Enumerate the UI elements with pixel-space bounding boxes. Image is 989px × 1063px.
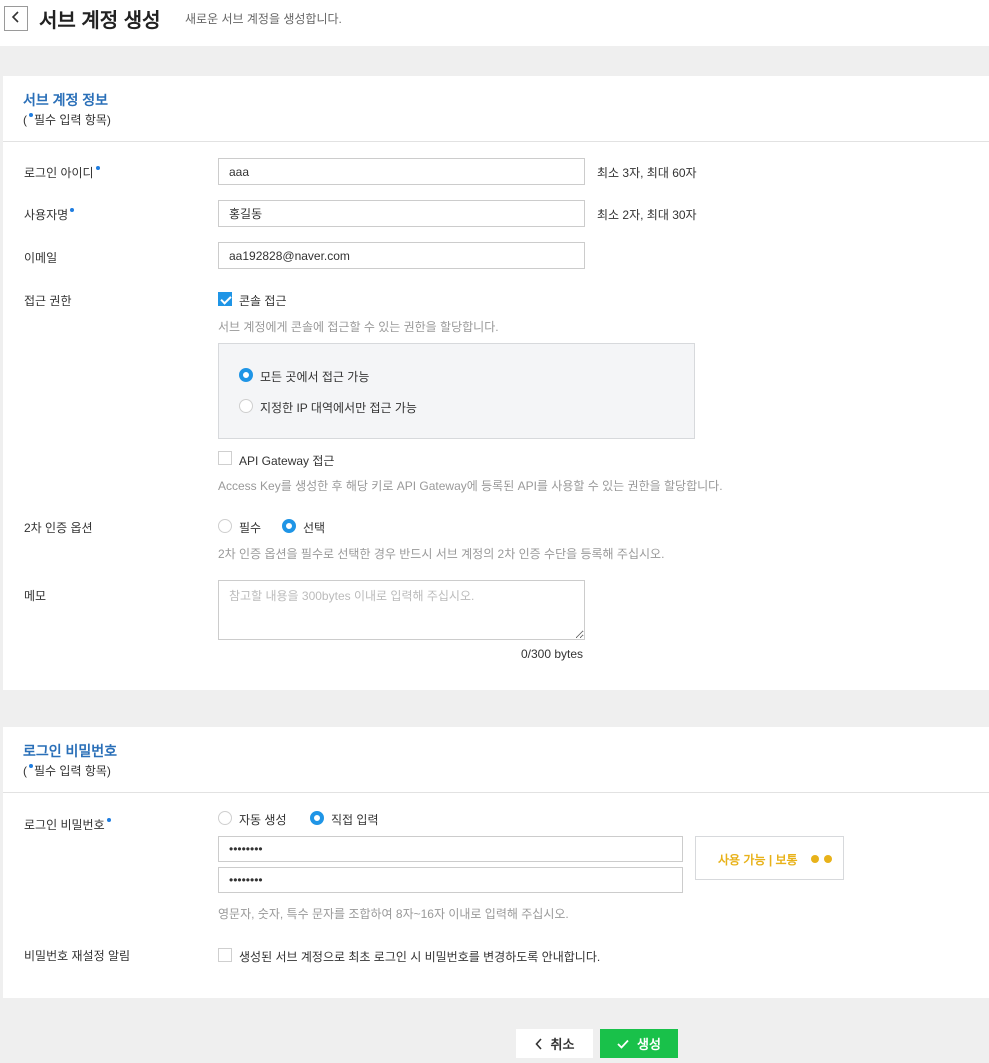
- required-note: ( 필수 입력 항목): [23, 762, 111, 779]
- memo-textarea[interactable]: [218, 580, 585, 640]
- login-id-label: 로그인 아이디: [24, 164, 101, 181]
- password-strength-text: 사용 가능 | 보통: [718, 853, 798, 867]
- two-factor-required-label: 필수: [239, 521, 262, 535]
- username-label: 사용자명: [24, 206, 75, 223]
- strength-dot-icon: [811, 855, 819, 863]
- two-factor-label: 2차 인증 옵션: [24, 521, 93, 535]
- chevron-left-icon: [534, 1037, 543, 1050]
- required-dot-icon: [95, 166, 100, 170]
- password-strength-box: 사용 가능 | 보통: [695, 836, 844, 880]
- check-icon: [617, 1039, 629, 1049]
- access-scope-box: 모든 곳에서 접근 가능 지정한 IP 대역에서만 접근 가능: [218, 343, 695, 439]
- password-help: 영문자, 숫자, 특수 문자를 조합하여 8자~16자 이내로 입력해 주십시오…: [218, 907, 569, 921]
- access-ip-range-radio[interactable]: [239, 399, 253, 413]
- required-note-text: 필수 입력 항목): [34, 764, 111, 778]
- login-id-hint: 최소 3자, 최대 60자: [597, 166, 697, 180]
- access-anywhere-radio[interactable]: [239, 368, 253, 382]
- access-label: 접근 권한: [24, 294, 72, 308]
- page-header: 서브 계정 생성 새로운 서브 계정을 생성합니다.: [0, 0, 989, 46]
- password-auto-radio[interactable]: [218, 811, 232, 825]
- password-reset-label: 비밀번호 재설정 알림: [24, 949, 131, 963]
- strength-dot-icon: [824, 855, 832, 863]
- required-note-prefix: (: [23, 764, 27, 778]
- password-confirm-input[interactable]: [218, 867, 683, 893]
- password-input[interactable]: [218, 836, 683, 862]
- required-dot-icon: [70, 208, 75, 212]
- required-note-text: 필수 입력 항목): [34, 113, 111, 127]
- console-access-label: 콘솔 접근: [239, 294, 287, 308]
- memo-label: 메모: [24, 589, 47, 603]
- console-access-checkbox[interactable]: [218, 292, 232, 306]
- required-note-prefix: (: [23, 113, 27, 127]
- create-button-label: 생성: [637, 1037, 661, 1052]
- username-label-text: 사용자명: [24, 208, 69, 222]
- password-auto-label: 자동 생성: [239, 813, 287, 827]
- api-gateway-checkbox[interactable]: [218, 451, 232, 465]
- panel-header: 로그인 비밀번호 ( 필수 입력 항목): [3, 727, 989, 793]
- page-title: 서브 계정 생성: [39, 10, 161, 32]
- access-ip-range-label: 지정한 IP 대역에서만 접근 가능: [260, 401, 417, 415]
- password-label: 로그인 비밀번호: [24, 816, 112, 833]
- cancel-button-label: 취소: [550, 1037, 575, 1052]
- two-factor-optional-radio[interactable]: [282, 519, 296, 533]
- required-dot-icon: [29, 113, 33, 117]
- password-reset-text: 생성된 서브 계정으로 최초 로그인 시 비밀번호를 변경하도록 안내합니다.: [239, 950, 601, 964]
- api-gateway-label: API Gateway 접근: [239, 454, 335, 468]
- create-button[interactable]: 생성: [600, 1029, 678, 1058]
- username-input[interactable]: [218, 200, 585, 227]
- password-manual-label: 직접 입력: [331, 813, 379, 827]
- login-id-input[interactable]: [218, 158, 585, 185]
- email-input[interactable]: [218, 242, 585, 269]
- section-title: 로그인 비밀번호: [23, 743, 118, 759]
- page-subtitle: 새로운 서브 계정을 생성합니다.: [185, 12, 342, 26]
- api-gateway-help: Access Key를 생성한 후 해당 키로 API Gateway에 등록된…: [218, 479, 723, 493]
- email-label: 이메일: [24, 251, 58, 265]
- required-note: ( 필수 입력 항목): [23, 111, 111, 128]
- password-label-text: 로그인 비밀번호: [24, 818, 105, 832]
- username-hint: 최소 2자, 최대 30자: [597, 208, 697, 222]
- memo-byte-counter: 0/300 bytes: [521, 647, 584, 661]
- back-button[interactable]: [4, 6, 28, 31]
- account-info-panel: 서브 계정 정보 ( 필수 입력 항목) 로그인 아이디 최소 3자, 최대 60…: [3, 76, 989, 690]
- console-access-help: 서브 계정에게 콘솔에 접근할 수 있는 권한을 할당합니다.: [218, 320, 499, 334]
- required-dot-icon: [106, 818, 111, 822]
- password-reset-checkbox[interactable]: [218, 948, 232, 962]
- chevron-left-icon: [11, 11, 21, 26]
- access-anywhere-label: 모든 곳에서 접근 가능: [260, 370, 370, 384]
- password-panel: 로그인 비밀번호 ( 필수 입력 항목) 로그인 비밀번호 자동 생성 직접 입력…: [3, 727, 989, 998]
- cancel-button[interactable]: 취소: [516, 1029, 593, 1058]
- password-manual-radio[interactable]: [310, 811, 324, 825]
- two-factor-help: 2차 인증 옵션을 필수로 선택한 경우 반드시 서브 계정의 2차 인증 수단…: [218, 547, 665, 561]
- two-factor-optional-label: 선택: [303, 521, 326, 535]
- section-title: 서브 계정 정보: [23, 92, 109, 108]
- two-factor-required-radio[interactable]: [218, 519, 232, 533]
- login-id-label-text: 로그인 아이디: [24, 166, 94, 180]
- required-dot-icon: [29, 764, 33, 768]
- panel-header: 서브 계정 정보 ( 필수 입력 항목): [3, 76, 989, 142]
